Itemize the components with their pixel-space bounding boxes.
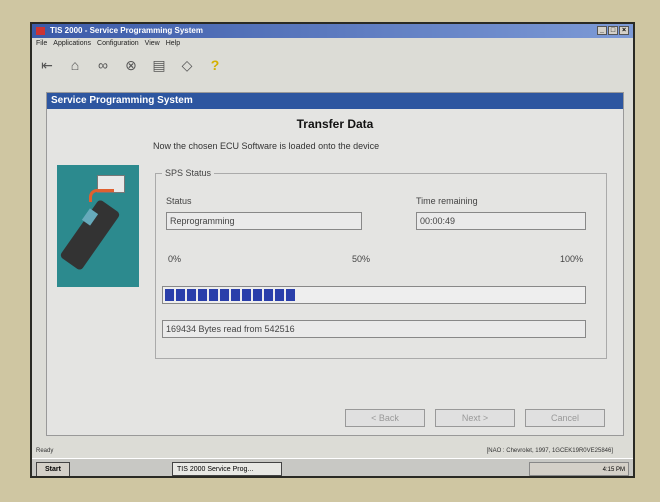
progress-block xyxy=(231,289,240,301)
menu-file[interactable]: File xyxy=(36,38,47,50)
status-label: Status xyxy=(166,196,192,206)
progress-block xyxy=(264,289,273,301)
sps-panel: Service Programming System Transfer Data… xyxy=(46,92,624,436)
panel-header: Service Programming System xyxy=(47,93,623,109)
screen: TIS 2000 - Service Programming System _ … xyxy=(30,22,635,478)
print-icon[interactable]: ▤ xyxy=(150,56,168,74)
taskbar-item-tis2000[interactable]: TIS 2000 Service Prog... xyxy=(172,462,282,476)
menu-help[interactable]: Help xyxy=(166,38,180,50)
progress-fill xyxy=(165,289,295,301)
taskbar: Start TIS 2000 Service Prog... 4:15 PM xyxy=(32,458,633,476)
pct-50-label: 50% xyxy=(352,254,371,264)
menu-applications[interactable]: Applications xyxy=(53,38,91,50)
progress-block xyxy=(165,289,174,301)
status-right: [NAO : Chevrolet, 1997, 1GCEK19R0VE25846… xyxy=(486,448,613,454)
monitor-bezel: TIS 2000 - Service Programming System _ … xyxy=(0,0,660,502)
help-icon[interactable]: ? xyxy=(206,56,224,74)
progress-block xyxy=(209,289,218,301)
device-icon[interactable]: ◇ xyxy=(178,56,196,74)
exit-icon[interactable]: ⇤ xyxy=(38,56,56,74)
window-title: TIS 2000 - Service Programming System xyxy=(50,26,203,35)
home-icon[interactable]: ⌂ xyxy=(66,56,84,74)
time-remaining-field: 00:00:49 xyxy=(416,212,586,230)
progress-block xyxy=(176,289,185,301)
toolbar: ⇤ ⌂ ∞ ⊗ ▤ ◇ ? xyxy=(32,50,633,80)
progress-block xyxy=(187,289,196,301)
progress-block xyxy=(286,289,295,301)
pct-100-label: 100% xyxy=(560,254,584,264)
minimize-button[interactable]: _ xyxy=(597,26,607,35)
system-tray: 4:15 PM xyxy=(529,462,629,476)
status-bar: Ready [NAO : Chevrolet, 1997, 1GCEK19R0V… xyxy=(32,448,633,458)
back-button[interactable]: < Back xyxy=(345,409,425,427)
app-icon xyxy=(36,27,45,35)
close-button[interactable]: × xyxy=(619,26,629,35)
binoculars-icon[interactable]: ∞ xyxy=(94,56,112,74)
sps-status-group: SPS Status Status Reprogramming Time rem… xyxy=(155,168,607,359)
menu-view[interactable]: View xyxy=(145,38,160,50)
next-button[interactable]: Next > xyxy=(435,409,515,427)
menu-configuration[interactable]: Configuration xyxy=(97,38,139,50)
progress-bar xyxy=(162,286,586,304)
cancel-button[interactable]: Cancel xyxy=(525,409,605,427)
time-remaining-label: Time remaining xyxy=(416,196,478,206)
status-field: Reprogramming xyxy=(166,212,362,230)
page-title: Transfer Data xyxy=(296,117,374,131)
progress-block xyxy=(242,289,251,301)
page-subtitle: Now the chosen ECU Software is loaded on… xyxy=(153,141,380,151)
stop-icon[interactable]: ⊗ xyxy=(122,56,140,74)
menubar: File Applications Configuration View Hel… xyxy=(32,38,633,50)
clock: 4:15 PM xyxy=(602,467,625,473)
pct-0-label: 0% xyxy=(168,254,182,264)
progress-block xyxy=(253,289,262,301)
button-row: < Back Next > Cancel xyxy=(47,403,623,429)
start-button[interactable]: Start xyxy=(36,462,70,476)
window-titlebar: TIS 2000 - Service Programming System _ … xyxy=(32,24,633,38)
status-left: Ready xyxy=(36,448,54,454)
maximize-button[interactable]: □ xyxy=(608,26,618,35)
progress-block xyxy=(198,289,207,301)
progress-block xyxy=(275,289,284,301)
device-illustration xyxy=(57,165,139,287)
bytes-status-field: 169434 Bytes read from 542516 xyxy=(162,320,586,338)
progress-block xyxy=(220,289,229,301)
group-label: SPS Status xyxy=(162,168,215,178)
